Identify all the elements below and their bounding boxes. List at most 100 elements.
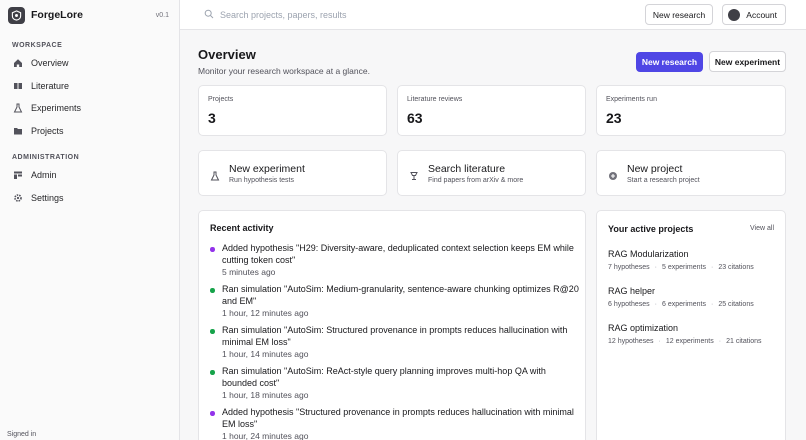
quick-action-subtitle: Run hypothesis tests [229,177,294,184]
project-item[interactable]: RAG Modularization 7 hypotheses · 5 experi… [608,249,778,271]
project-item[interactable]: RAG optimization 12 hypotheses · 12 experi… [608,323,778,345]
gear-icon [12,192,23,203]
activity-text: Added hypothesis "Structured provenance … [222,407,574,429]
project-meta: 12 hypotheses · 12 experiments · 21 citation… [608,338,778,345]
activity-time: 1 hour, 24 minutes ago [222,431,309,440]
topbar-new-research-button[interactable]: New research [644,4,714,25]
status-dot [210,370,215,375]
project-item[interactable]: RAG helper 6 hypotheses · 6 experiments · 25… [608,286,778,308]
stat-value: 3 [208,110,216,126]
project-citations: 21 citations [726,338,762,345]
view-all-link[interactable]: View all [750,225,774,232]
activity-time: 1 hour, 14 minutes ago [222,349,309,359]
sidebar-item-label: Settings [31,192,64,203]
project-name: RAG Modularization [608,249,689,259]
status-dot [210,247,215,252]
page-title: Overview [198,47,256,62]
sidebar-item-literature[interactable]: Literature [0,75,179,98]
app-version: v0.1 [155,11,169,19]
activity-item[interactable]: Ran simulation "AutoSim: Structured prov… [210,325,580,360]
active-projects-panel: Your active projects View all RAG Modula… [596,210,786,440]
activity-text: Ran simulation "AutoSim: Structured prov… [222,325,568,347]
sidebar-item-label: Overview [31,58,69,69]
project-meta: 7 hypotheses · 5 experiments · 23 citations [608,264,778,271]
flask-icon [210,168,220,181]
quick-action-title: New experiment [229,163,305,175]
separator: · [718,338,722,345]
separator: · [654,301,657,308]
project-experiments: 5 experiments [662,264,706,271]
project-hypotheses: 6 hypotheses [608,301,650,308]
logo-icon [8,6,25,24]
project-name: RAG helper [608,286,656,296]
activity-time: 1 hour, 12 minutes ago [222,308,309,318]
home-icon [12,58,23,69]
search-input[interactable]: Search projects, papers, results [220,10,347,20]
avatar [728,8,741,21]
stat-label: Literature reviews [407,96,463,103]
search-icon [204,6,214,24]
quick-action-search-literature[interactable]: Search literature Find papers from arXiv… [397,150,586,196]
stat-card-projects[interactable]: Projects 3 [198,85,387,136]
activity-item[interactable]: Added hypothesis "Structured provenance … [210,407,580,440]
sidebar-item-label: Experiments [31,103,82,114]
app-name: ForgeLore [31,9,83,21]
status-dot [210,329,215,334]
quick-action-new-project[interactable]: New project Start a research project [596,150,786,196]
status-dot [210,288,215,293]
separator: · [658,338,661,345]
activity-time: 1 hour, 18 minutes ago [222,390,309,400]
sidebar-item-projects[interactable]: Projects [0,120,179,143]
activity-item[interactable]: Ran simulation "AutoSim: Medium-granular… [210,284,580,319]
account-button[interactable]: Account [722,4,786,25]
activity-text: Ran simulation "AutoSim: ReAct-style que… [222,366,546,388]
stat-card-literature-reviews[interactable]: Literature reviews 63 [397,85,586,136]
account-label: Account [746,9,777,20]
stat-label: Experiments run [606,96,657,103]
project-name: RAG optimization [608,323,679,333]
quick-action-subtitle: Find papers from arXiv & more [428,177,524,184]
book-icon [12,80,23,91]
quick-action-title: Search literature [428,163,506,175]
activity-time: 5 minutes ago [222,267,276,277]
project-experiments: 6 experiments [662,301,706,308]
project-citations: 23 citations [718,264,754,271]
separator: · [710,264,714,271]
new-experiment-button[interactable]: New experiment [709,51,786,72]
sidebar-item-experiments[interactable]: Experiments [0,97,179,120]
activity-text: Ran simulation "AutoSim: Medium-granular… [222,284,579,306]
sidebar-item-label: Admin [31,170,57,181]
project-hypotheses: 12 hypotheses [608,338,654,345]
activity-item[interactable]: Added hypothesis "H29: Diversity-aware, … [210,243,580,278]
new-research-button[interactable]: New research [636,52,703,72]
recent-activity-title: Recent activity [210,223,274,233]
brand[interactable]: ForgeLore v0.1 [0,0,179,30]
sidebar-item-overview[interactable]: Overview [0,52,179,75]
active-projects-title: Your active projects [608,224,694,234]
quick-action-new-experiment[interactable]: New experiment Run hypothesis tests [198,150,387,196]
quick-action-subtitle: Start a research project [627,177,700,184]
sidebar-item-label: Literature [31,80,70,91]
flask-icon [12,103,23,114]
sidebar: ForgeLore v0.1 WORKSPACE Overview Litera… [0,0,180,440]
search-bar[interactable]: Search projects, papers, results [204,6,645,24]
lamp-icon [409,168,419,180]
plus-circle-icon [608,168,618,180]
folder-icon [12,125,23,136]
stat-label: Projects [208,96,234,103]
sidebar-item-admin[interactable]: Admin [0,164,179,187]
activity-item[interactable]: Ran simulation "AutoSim: ReAct-style que… [210,366,580,401]
main-content: Overview Monitor your research workspace… [180,30,806,440]
sidebar-item-settings[interactable]: Settings [0,187,179,210]
admin-icon [12,170,23,181]
page-subtitle: Monitor your research workspace at a gla… [198,66,370,76]
signed-in-label: Signed in [7,431,37,438]
stat-card-experiments-run[interactable]: Experiments run 23 [596,85,786,136]
activity-text: Added hypothesis "H29: Diversity-aware, … [222,243,574,265]
project-experiments: 12 experiments [665,338,714,345]
separator: · [654,264,657,271]
quick-action-title: New project [627,163,683,175]
recent-activity-panel: Recent activity Added hypothesis "H29: D… [198,210,586,440]
project-meta: 6 hypotheses · 6 experiments · 25 citations [608,301,778,308]
section-workspace-title: WORKSPACE [12,42,63,49]
